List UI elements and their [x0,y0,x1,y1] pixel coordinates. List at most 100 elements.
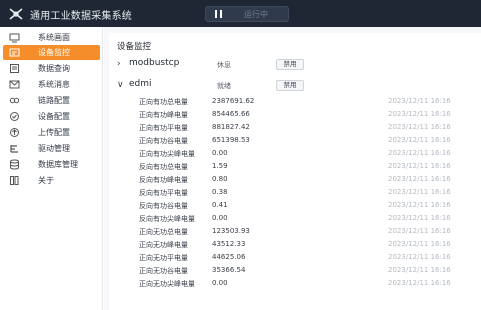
device-monitor-icon [9,48,20,57]
device-row-modbustcp[interactable]: › modbustcp 休息 禁用 [109,58,481,72]
device-monitor-panel: 设备监控 › modbustcp 休息 禁用 ∨ edmi 就绪 禁用 正向有功… [109,33,481,310]
pause-icon [215,10,222,18]
driver-icon [10,145,18,153]
disable-button[interactable]: 禁用 [276,80,304,91]
monitor-icon [9,33,20,43]
measurement-name: 正向无功峰电量 [139,241,188,249]
sidebar-item-label: 数据库管理 [38,160,78,169]
measurement-value: 1.59 [212,162,228,170]
sidebar-item-database-management[interactable]: 数据库管理 [3,157,100,172]
message-icon [9,80,20,89]
sidebar-item-label: 设备配置 [38,112,70,121]
measurement-row: 正向有功尖峰电量 0.00 2023/12/11 16:16 [109,148,481,160]
measurement-name: 正向无功平电量 [139,254,188,262]
measurement-row: 反向有功尖峰电量 0.00 2023/12/11 16:16 [109,213,481,225]
measurement-name: 正向无功总电量 [139,228,188,236]
chevron-down-icon[interactable]: ∨ [117,80,124,90]
upload-icon [10,128,19,137]
measurement-value: 854465.66 [212,110,250,118]
measurement-row: 反向有功总电量 1.59 2023/12/11 16:16 [109,161,481,173]
measurement-time: 2023/12/11 16:16 [388,201,451,209]
measurement-row: 反向有功谷电量 0.41 2023/12/11 16:16 [109,200,481,212]
sidebar-item-label: 设备监控 [38,48,70,57]
sidebar-item-upload-config[interactable]: 上传配置 [3,125,100,140]
measurement-name: 反向有功总电量 [139,163,188,171]
sidebar-item-label: 数据查询 [38,64,70,73]
sidebar: 系统画面 设备监控 数据查询 系统消息 链路配置 设备配置 上传配置 驱动管理 … [0,27,103,310]
app-logo-icon [9,8,23,20]
measurement-row: 反向有功峰电量 0.80 2023/12/11 16:16 [109,174,481,186]
sidebar-item-label: 系统画面 [38,33,70,42]
measurement-name: 正向无功尖峰电量 [139,280,195,288]
app-title: 通用工业数据采集系统 [30,11,132,22]
data-query-icon [10,64,19,73]
measurement-time: 2023/12/11 16:16 [388,123,451,131]
measurement-time: 2023/12/11 16:16 [388,279,451,287]
measurement-name: 反向有功平电量 [139,189,188,197]
measurement-time: 2023/12/11 16:16 [388,266,451,274]
measurement-time: 2023/12/11 16:16 [388,253,451,261]
sidebar-item-link-config[interactable]: 链路配置 [3,93,100,108]
measurement-value: 44625.06 [212,253,246,261]
measurement-row: 正向无功峰电量 43512.33 2023/12/11 16:16 [109,239,481,251]
sidebar-item-device-config[interactable]: 设备配置 [3,109,100,124]
database-icon [10,159,19,170]
measurement-name: 反向有功谷电量 [139,202,188,210]
sidebar-item-data-query[interactable]: 数据查询 [3,61,100,76]
run-status-toggle[interactable]: 运行中 [205,6,289,22]
measurement-name: 正向有功尖峰电量 [139,150,195,158]
sidebar-item-label: 上传配置 [38,128,70,137]
measurement-name: 反向有功峰电量 [139,176,188,184]
measurement-value: 0.80 [212,175,228,183]
top-bar: 通用工业数据采集系统 运行中 [0,0,481,27]
device-name: edmi [129,79,152,89]
measurement-name: 正向无功谷电量 [139,267,188,275]
measurement-value: 651398.53 [212,136,250,144]
measurement-value: 35366.54 [212,266,246,274]
device-row-edmi[interactable]: ∨ edmi 就绪 禁用 [109,79,481,93]
measurement-row: 正向无功平电量 44625.06 2023/12/11 16:16 [109,252,481,264]
run-status-label: 运行中 [244,10,268,19]
device-config-icon [10,112,19,121]
measurement-value: 43512.33 [212,240,246,248]
measurement-time: 2023/12/11 16:16 [388,97,451,105]
measurement-value: 0.00 [212,279,228,287]
measurement-row: 反向有功平电量 0.38 2023/12/11 16:16 [109,187,481,199]
sidebar-item-label: 关于 [38,176,54,185]
measurement-time: 2023/12/11 16:16 [388,240,451,248]
measurement-time: 2023/12/11 16:16 [388,175,451,183]
measurement-time: 2023/12/11 16:16 [388,214,451,222]
device-status: 就绪 [217,82,231,90]
measurement-name: 正向有功谷电量 [139,137,188,145]
measurement-row: 正向有功平电量 881827.42 2023/12/11 16:16 [109,122,481,134]
link-icon [9,97,20,104]
measurement-time: 2023/12/11 16:16 [388,188,451,196]
device-status: 休息 [217,61,231,69]
main-content: 设备监控 › modbustcp 休息 禁用 ∨ edmi 就绪 禁用 正向有功… [104,27,481,310]
measurement-row: 正向有功总电量 2387691.62 2023/12/11 16:16 [109,96,481,108]
measurement-time: 2023/12/11 16:16 [388,227,451,235]
page-title: 设备监控 [117,42,152,52]
measurement-time: 2023/12/11 16:16 [388,149,451,157]
measurement-row: 正向有功谷电量 651398.53 2023/12/11 16:16 [109,135,481,147]
measurement-time: 2023/12/11 16:16 [388,162,451,170]
measurement-value: 881827.42 [212,123,250,131]
sidebar-item-system-screen[interactable]: 系统画面 [3,30,100,45]
measurement-time: 2023/12/11 16:16 [388,136,451,144]
measurement-row: 正向无功谷电量 35366.54 2023/12/11 16:16 [109,265,481,277]
sidebar-item-device-monitor[interactable]: 设备监控 [3,45,100,60]
device-name: modbustcp [129,58,180,68]
disable-button[interactable]: 禁用 [276,59,304,70]
measurement-time: 2023/12/11 16:16 [388,110,451,118]
measurement-row: 正向无功总电量 123503.93 2023/12/11 16:16 [109,226,481,238]
measurement-value: 0.00 [212,214,228,222]
chevron-right-icon[interactable]: › [117,59,121,69]
sidebar-item-system-message[interactable]: 系统消息 [3,77,100,92]
sidebar-item-label: 驱动管理 [38,144,70,153]
measurement-value: 123503.93 [212,227,250,235]
sidebar-item-driver-management[interactable]: 驱动管理 [3,141,100,156]
measurement-name: 正向有功总电量 [139,98,188,106]
about-icon [10,176,19,185]
sidebar-item-about[interactable]: 关于 [3,173,100,188]
sidebar-item-label: 链路配置 [38,96,70,105]
